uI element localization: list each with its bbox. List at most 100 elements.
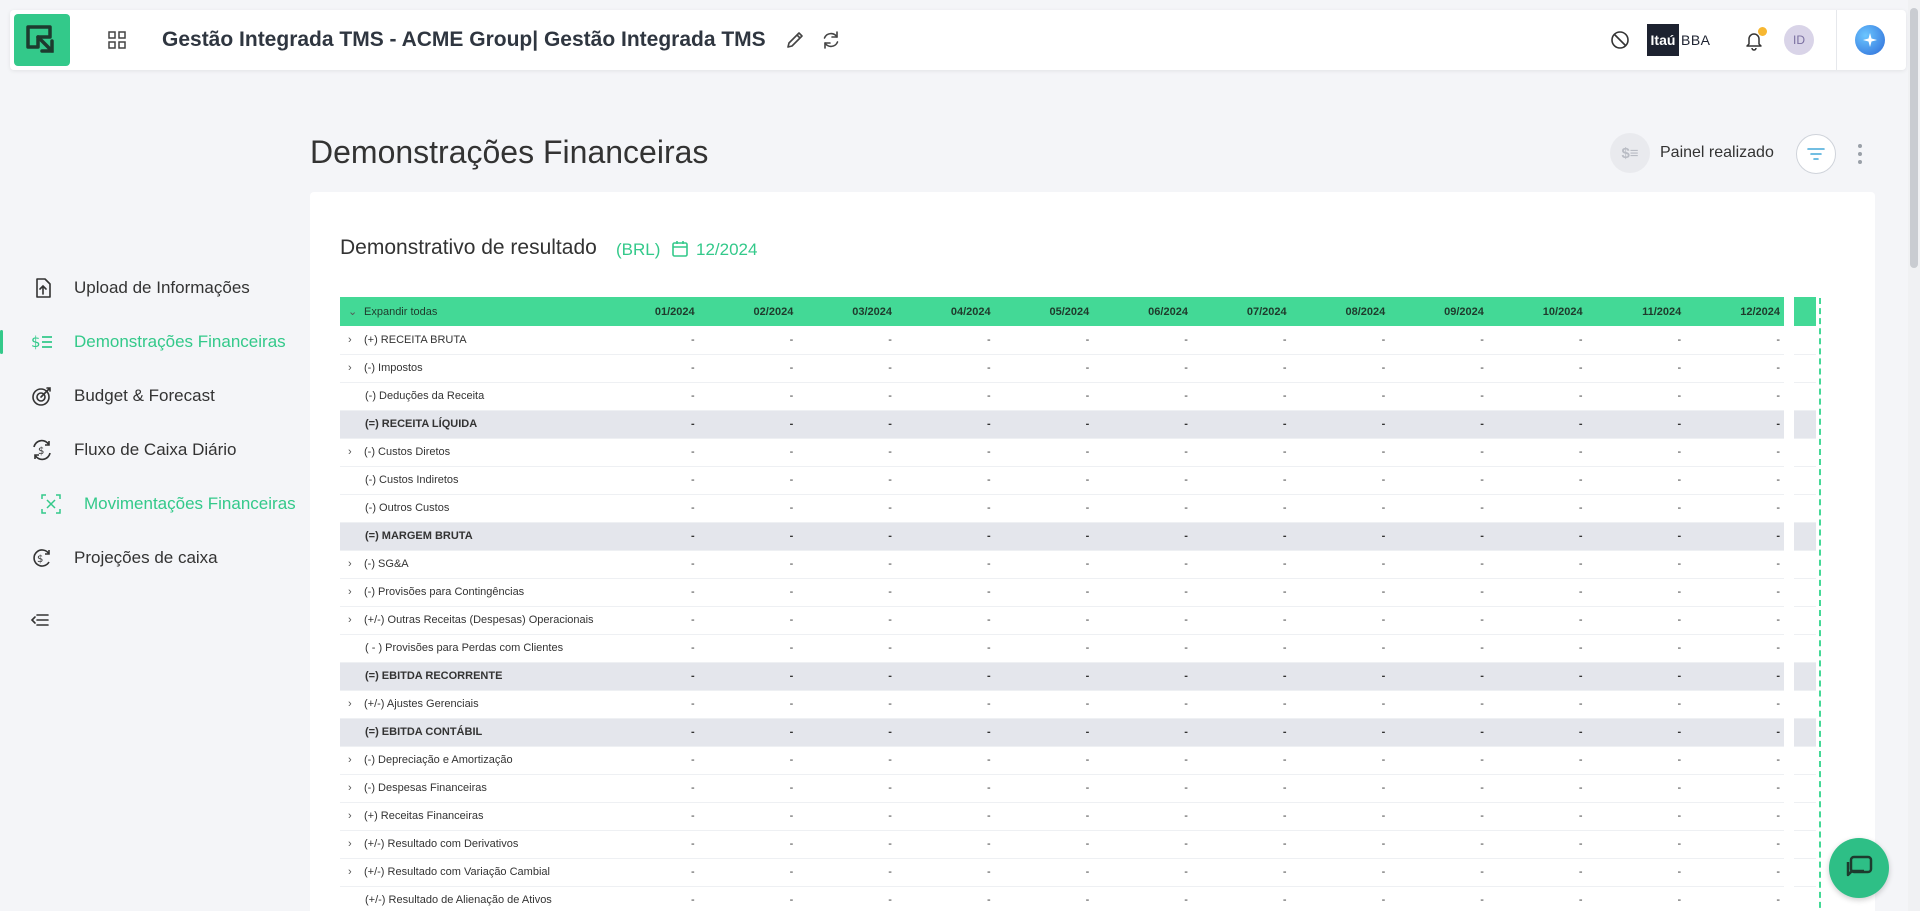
chevron-right-icon[interactable]: ›	[348, 558, 358, 570]
value-cell: -	[1093, 382, 1192, 411]
app-logo[interactable]	[14, 14, 70, 66]
row-label-cell[interactable]: › (-) Custos Diretos	[340, 438, 600, 467]
value-cell: -	[1191, 494, 1291, 523]
value-cell: -	[600, 746, 699, 775]
row-spacer	[1784, 354, 1794, 382]
table-row[interactable]: › (+/-) Ajustes Gerenciais - - - - - - - - - - - -	[340, 690, 1816, 719]
table-row[interactable]: › (-) SG&A - - - - - - - - - - - -	[340, 550, 1816, 579]
month-header: 10/2024	[1487, 297, 1587, 326]
user-avatar[interactable]: ID	[1784, 25, 1814, 55]
chevron-right-icon[interactable]: ›	[348, 782, 358, 794]
row-label-cell[interactable]: › (+/-) Resultado com Variação Cambial	[340, 858, 600, 887]
sidebar-item-fluxo-caixa[interactable]: $ Fluxo de Caixa Diário	[0, 430, 282, 470]
chevron-right-icon[interactable]: ›	[348, 810, 358, 822]
value-cell: -	[698, 466, 798, 495]
painel-realizado-label[interactable]: Painel realizado	[1660, 144, 1774, 162]
value-cell: -	[1389, 830, 1488, 859]
painel-realizado-icon[interactable]: $≡	[1610, 133, 1650, 173]
value-cell: -	[1586, 606, 1686, 635]
sidebar-item-budget[interactable]: Budget & Forecast	[0, 376, 282, 416]
chevron-right-icon[interactable]: ›	[348, 446, 358, 458]
value-cell: -	[797, 382, 896, 411]
value-cell: -	[1290, 690, 1390, 719]
sidebar-item-upload[interactable]: Upload de Informações	[0, 268, 282, 308]
apps-grid-icon[interactable]	[107, 30, 127, 50]
table-row[interactable]: › (+/-) Resultado com Derivativos - - - - - - - -…	[340, 830, 1816, 859]
chat-support-button[interactable]	[1829, 838, 1889, 898]
value-cell: -	[1389, 326, 1488, 355]
row-label-cell[interactable]: › (-) Despesas Financeiras	[340, 774, 600, 803]
sidebar-item-projecoes[interactable]: $ Projeções de caixa	[0, 538, 282, 578]
value-cell: -	[1290, 522, 1390, 551]
collapse-sidebar-icon[interactable]	[29, 609, 51, 631]
chevron-right-icon[interactable]: ›	[348, 334, 358, 346]
value-cell: -	[600, 382, 699, 411]
row-label-cell: (-) Deduções da Receita	[340, 382, 600, 411]
itau-logo-box: Itaú	[1647, 24, 1679, 56]
row-label-cell[interactable]: › (-) Depreciação e Amortização	[340, 746, 600, 775]
table-row[interactable]: › (+) RECEITA BRUTA - - - - - - - - - - - -	[340, 326, 1816, 355]
chevron-right-icon[interactable]: ›	[348, 362, 358, 374]
row-label-cell[interactable]: › (+/-) Outras Receitas (Despesas) Operac…	[340, 606, 600, 635]
expand-all-button[interactable]: ⌄ Expandir todas	[340, 297, 600, 326]
sidebar-item-demonstracoes[interactable]: $ Demonstrações Financeiras	[0, 322, 286, 362]
row-label-cell[interactable]: › (-) Provisões para Contingências	[340, 578, 600, 607]
value-cell: -	[1191, 802, 1291, 831]
value-cell: -	[1389, 886, 1488, 911]
row-label-cell[interactable]: › (-) Impostos	[340, 354, 600, 383]
row-label-cell[interactable]: › (+/-) Resultado com Derivativos	[340, 830, 600, 859]
chevron-right-icon[interactable]: ›	[348, 614, 358, 626]
value-cell: -	[1290, 746, 1390, 775]
value-cell: -	[600, 690, 699, 719]
row-label: (-) Provisões para Contingências	[364, 586, 525, 598]
value-cell: -	[994, 746, 1094, 775]
ai-assistant-icon[interactable]	[1855, 25, 1885, 55]
row-label-cell[interactable]: › (+) RECEITA BRUTA	[340, 326, 600, 355]
value-cell: -	[1487, 550, 1587, 579]
value-cell: -	[1586, 410, 1686, 439]
value-cell: -	[797, 410, 896, 439]
more-options-icon[interactable]	[1854, 141, 1866, 167]
chevron-right-icon[interactable]: ›	[348, 838, 358, 850]
scrollbar-thumb[interactable]	[1910, 8, 1918, 268]
row-label: (=) EBITDA RECORRENTE	[365, 670, 503, 682]
chevron-right-icon[interactable]: ›	[348, 698, 358, 710]
value-cell: -	[797, 606, 896, 635]
calendar-icon[interactable]	[670, 239, 690, 259]
chevron-right-icon[interactable]: ›	[348, 866, 358, 878]
block-icon[interactable]	[1609, 29, 1631, 51]
table-row[interactable]: › (-) Impostos - - - - - - - - - - - -	[340, 354, 1816, 383]
value-cell: -	[698, 410, 798, 439]
sidebar-item-movimentacoes[interactable]: Movimentações Financeiras	[0, 484, 296, 524]
cash-flow-icon: $	[30, 438, 54, 462]
row-label-cell[interactable]: › (-) SG&A	[340, 550, 600, 579]
table-row[interactable]: › (-) Despesas Financeiras - - - - - - - - - - - -	[340, 774, 1816, 803]
value-cell: -	[1191, 774, 1291, 803]
value-cell: -	[1093, 354, 1192, 383]
table-row[interactable]: › (-) Depreciação e Amortização - - - - - - - - - -…	[340, 746, 1816, 775]
table-row[interactable]: › (+/-) Resultado com Variação Cambial - - -…	[340, 858, 1816, 887]
value-cell: -	[994, 410, 1094, 439]
value-cell: -	[797, 662, 896, 691]
refresh-icon[interactable]	[820, 29, 842, 51]
edit-pencil-icon[interactable]	[784, 29, 806, 51]
period-selector[interactable]: 12/2024	[696, 240, 757, 260]
value-cell: -	[698, 606, 798, 635]
value-cell: -	[1290, 606, 1390, 635]
page-scrollbar[interactable]	[1908, 0, 1920, 911]
chevron-down-icon: ⌄	[348, 306, 358, 318]
table-row[interactable]: › (+) Receitas Financeiras - - - - - - - - - - - -	[340, 802, 1816, 831]
row-tail	[1794, 466, 1816, 495]
row-label: (+) Receitas Financeiras	[364, 810, 484, 822]
chevron-right-icon[interactable]: ›	[348, 754, 358, 766]
value-cell: -	[1685, 466, 1784, 495]
chevron-right-icon[interactable]: ›	[348, 586, 358, 598]
table-row[interactable]: › (-) Provisões para Contingências - - - - - - -…	[340, 578, 1816, 607]
filter-button[interactable]	[1796, 134, 1836, 174]
row-label: (=) EBITDA CONTÁBIL	[365, 726, 483, 738]
table-row[interactable]: › (+/-) Outras Receitas (Despesas) Operac…	[340, 606, 1816, 635]
table-row[interactable]: › (-) Custos Diretos - - - - - - - - - - - -	[340, 438, 1816, 467]
value-cell: -	[698, 830, 798, 859]
row-label-cell[interactable]: › (+/-) Ajustes Gerenciais	[340, 690, 600, 719]
row-label-cell[interactable]: › (+) Receitas Financeiras	[340, 802, 600, 831]
